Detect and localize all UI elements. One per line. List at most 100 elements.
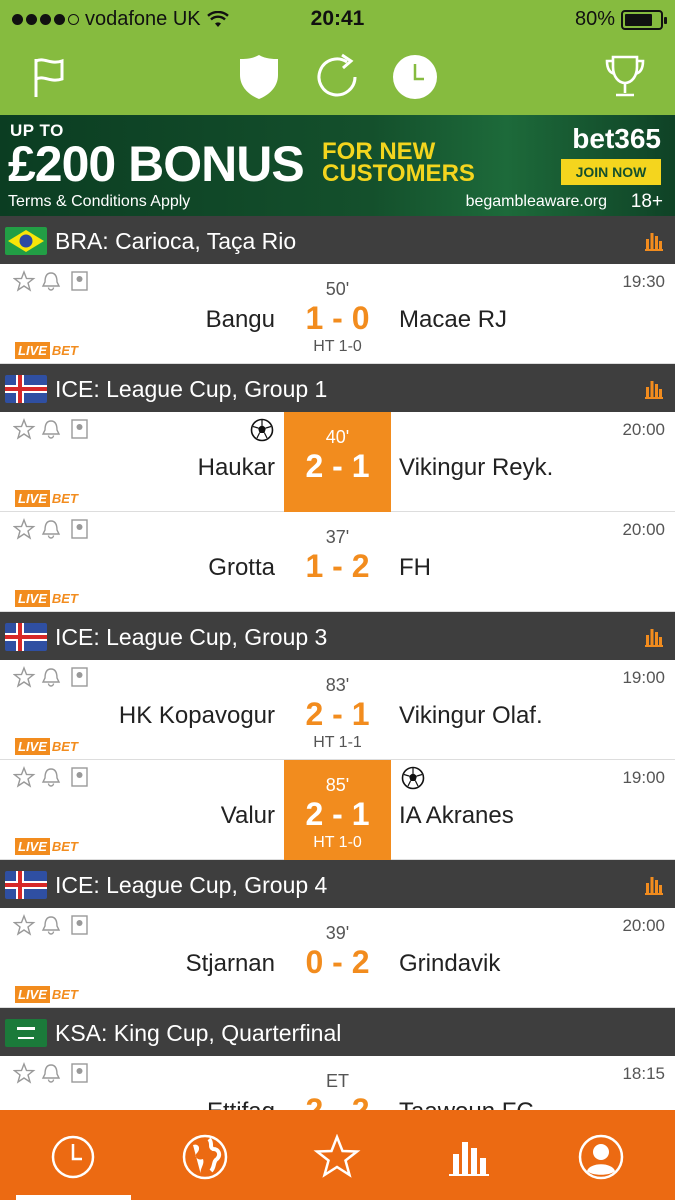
brazil-flag-icon bbox=[5, 227, 47, 255]
tab-live-clock-icon[interactable] bbox=[46, 1130, 100, 1184]
away-team: Macae RJ bbox=[399, 306, 508, 333]
league-stats-icon[interactable] bbox=[645, 874, 663, 895]
match-minute: ET bbox=[325, 1071, 349, 1091]
match-minute: 85' bbox=[325, 775, 350, 795]
favorite-star-icon[interactable] bbox=[12, 418, 89, 440]
favorite-star-icon[interactable] bbox=[12, 766, 89, 788]
match-tools bbox=[12, 1062, 89, 1084]
iceland-flag-icon bbox=[5, 623, 47, 651]
match-row[interactable]: 19:00 83' 2 - 1 HT 1-1 HK Kopavogur Vikingur … bbox=[0, 660, 675, 760]
match-score: 2 - 1 bbox=[305, 448, 370, 484]
match-tools bbox=[12, 666, 89, 688]
ad-join-button[interactable]: JOIN NOW bbox=[561, 159, 661, 185]
league-header[interactable]: ICE: League Cup, Group 3 bbox=[0, 612, 675, 660]
home-team: Haukar bbox=[197, 454, 275, 481]
league-header[interactable]: ICE: League Cup, Group 1 bbox=[0, 364, 675, 412]
ad-banner[interactable]: UP TO £200 BONUS FOR NEW CUSTOMERS Terms… bbox=[0, 115, 675, 216]
favorite-star-icon[interactable] bbox=[12, 518, 89, 540]
ad-gamble-aware: begambleaware.org bbox=[465, 193, 607, 210]
match-minute: 37' bbox=[325, 527, 350, 547]
match-row[interactable]: 19:00 85' 2 - 1 HT 1-0 Valur IA Akranes LIVE BE… bbox=[0, 760, 675, 860]
ad-for-new: FOR NEW CUSTOMERS bbox=[322, 138, 475, 187]
score-box: 50' 1 - 0 HT 1-0 bbox=[284, 264, 391, 364]
home-team: Bangu bbox=[205, 306, 275, 333]
match-score: 1 - 2 bbox=[305, 548, 370, 584]
tab-profile-icon[interactable] bbox=[574, 1130, 628, 1184]
away-team: Vikingur Reyk. bbox=[399, 454, 554, 481]
kickoff-time: 19:00 bbox=[622, 768, 665, 787]
favorite-star-icon[interactable] bbox=[12, 270, 89, 292]
score-box: 37' 1 - 2 bbox=[284, 512, 391, 612]
ad-brand-logo: bet365 bbox=[572, 123, 661, 154]
league-name: ICE: League Cup, Group 3 bbox=[55, 624, 328, 650]
app-header: vodafone UK 20:41 80% bbox=[0, 0, 675, 115]
match-tools bbox=[12, 270, 89, 292]
match-minute: 40' bbox=[325, 427, 350, 447]
league-name: BRA: Carioca, Taça Rio bbox=[55, 228, 297, 254]
ad-age-limit: 18+ bbox=[630, 191, 663, 212]
match-row[interactable]: 20:00 39' 0 - 2 Stjarnan Grindavik LIVE BET bbox=[0, 908, 675, 1008]
battery-info: 80% bbox=[574, 8, 667, 31]
half-time-score: HT 1-1 bbox=[313, 734, 362, 751]
league-name: ICE: League Cup, Group 4 bbox=[55, 872, 328, 898]
clock-icon[interactable] bbox=[388, 50, 442, 104]
refresh-icon[interactable] bbox=[310, 50, 364, 104]
away-team: Grindavik bbox=[399, 950, 501, 977]
live-bet-badge[interactable]: LIVEBET bbox=[15, 986, 80, 1003]
kickoff-time: 19:00 bbox=[622, 668, 665, 687]
favorite-star-icon[interactable] bbox=[12, 914, 89, 936]
ad-bonus: £200 BONUS bbox=[8, 136, 305, 192]
score-box: 85' 2 - 1 HT 1-0 bbox=[284, 760, 391, 860]
home-team: Valur bbox=[220, 802, 275, 829]
away-team: Vikingur Olaf. bbox=[399, 702, 543, 729]
clock-time: 20:41 bbox=[310, 7, 365, 30]
bottom-tab-bar bbox=[0, 1110, 675, 1200]
kickoff-time: 19:30 bbox=[622, 272, 665, 291]
battery-icon bbox=[621, 9, 667, 30]
league-header[interactable]: KSA: King Cup, Quarterfinal bbox=[0, 1008, 675, 1056]
battery-percent: 80% bbox=[574, 8, 615, 30]
flag-icon[interactable] bbox=[22, 50, 76, 104]
tab-selected-indicator bbox=[16, 1195, 131, 1200]
shield-icon[interactable] bbox=[232, 50, 286, 104]
score-box: 40' 2 - 1 bbox=[284, 412, 391, 512]
match-row[interactable]: 19:30 50' 1 - 0 HT 1-0 Bangu Macae RJ LIVE BET bbox=[0, 264, 675, 364]
live-bet-badge[interactable]: LIVEBET bbox=[15, 738, 80, 755]
match-minute: 39' bbox=[325, 923, 350, 943]
match-row[interactable]: 20:00 40' 2 - 1 Haukar Vikingur Reyk. LIVE BET bbox=[0, 412, 675, 512]
goal-ball-icon bbox=[250, 418, 274, 442]
match-minute: 50' bbox=[325, 279, 350, 299]
score-box: 83' 2 - 1 HT 1-1 bbox=[284, 660, 391, 760]
league-stats-icon[interactable] bbox=[645, 230, 663, 251]
half-time-score: HT 1-0 bbox=[313, 834, 362, 851]
favorite-star-icon[interactable] bbox=[12, 1062, 89, 1084]
league-name: KSA: King Cup, Quarterfinal bbox=[55, 1020, 342, 1046]
tab-star-icon[interactable] bbox=[310, 1130, 364, 1184]
kickoff-time: 20:00 bbox=[622, 916, 665, 935]
league-header[interactable]: ICE: League Cup, Group 4 bbox=[0, 860, 675, 908]
match-score: 0 - 2 bbox=[305, 944, 370, 980]
kickoff-time: 18:15 bbox=[622, 1064, 665, 1083]
trophy-icon[interactable] bbox=[598, 50, 652, 104]
home-team: HK Kopavogur bbox=[118, 702, 275, 729]
saudi-flag-icon bbox=[5, 1019, 47, 1047]
goal-ball-icon bbox=[401, 766, 425, 790]
tab-stats-icon[interactable] bbox=[442, 1130, 496, 1184]
league-stats-icon[interactable] bbox=[645, 626, 663, 647]
score-box: 39' 0 - 2 bbox=[284, 908, 391, 1008]
home-team: Stjarnan bbox=[185, 950, 275, 977]
league-stats-icon[interactable] bbox=[645, 378, 663, 399]
iceland-flag-icon bbox=[5, 871, 47, 899]
live-bet-badge[interactable]: LIVEBET bbox=[15, 838, 80, 855]
tab-globe-icon[interactable] bbox=[178, 1130, 232, 1184]
match-tools bbox=[12, 518, 89, 540]
league-header[interactable]: BRA: Carioca, Taça Rio bbox=[0, 216, 675, 264]
favorite-star-icon[interactable] bbox=[12, 666, 89, 688]
live-bet-badge[interactable]: LIVEBET bbox=[15, 490, 80, 507]
match-tools bbox=[12, 766, 89, 788]
live-bet-badge[interactable]: LIVEBET bbox=[15, 590, 80, 607]
away-team: FH bbox=[399, 554, 431, 581]
iceland-flag-icon bbox=[5, 375, 47, 403]
live-bet-badge[interactable]: LIVEBET bbox=[15, 342, 80, 359]
match-row[interactable]: 20:00 37' 1 - 2 Grotta FH LIVE BET bbox=[0, 512, 675, 612]
